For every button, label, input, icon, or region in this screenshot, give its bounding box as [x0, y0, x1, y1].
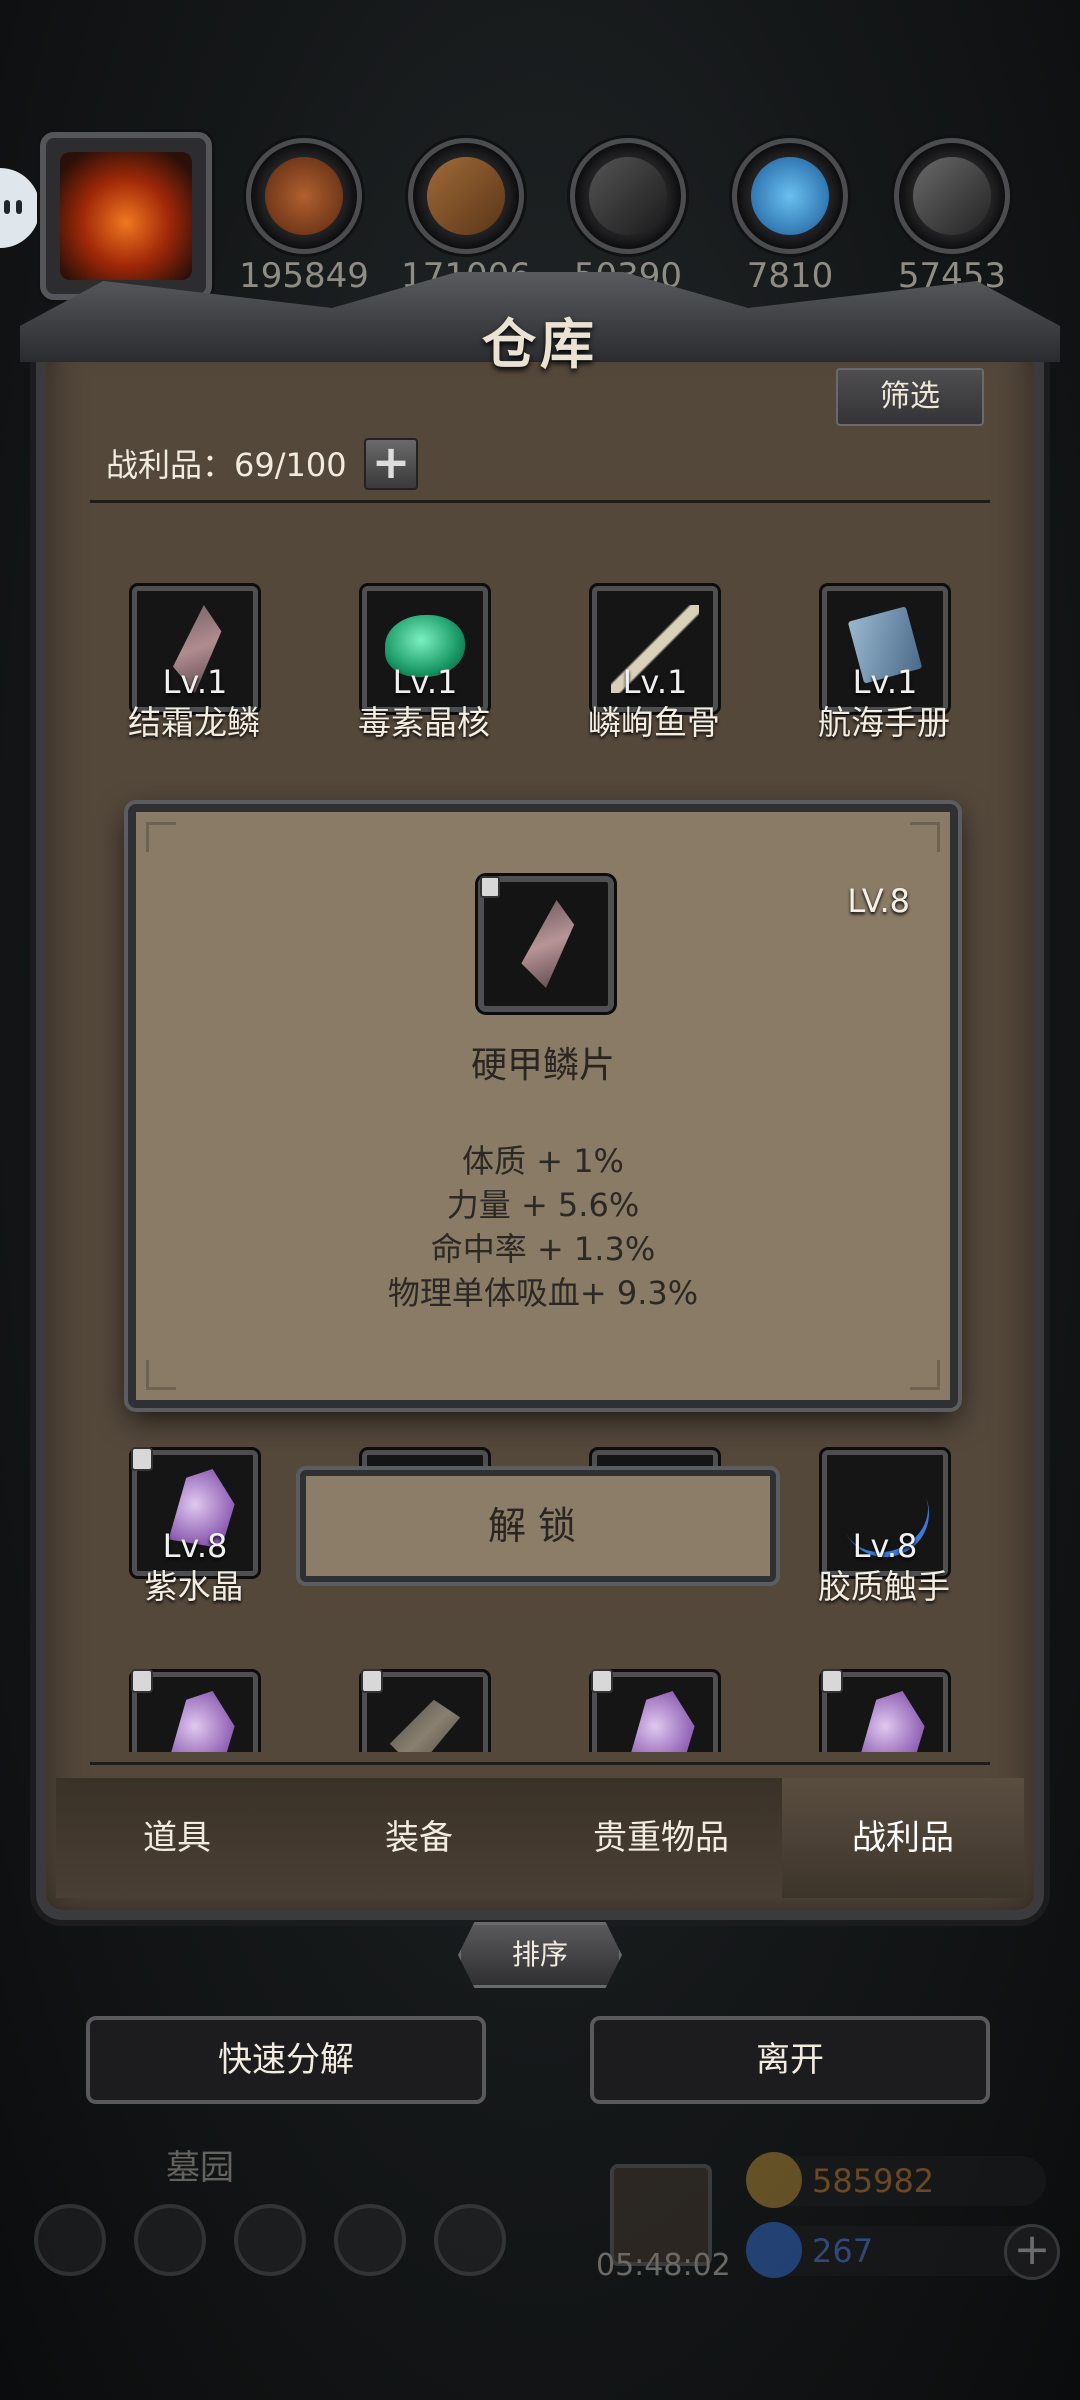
lock-icon [480, 876, 500, 898]
tab-loot[interactable]: 战利品 [782, 1778, 1024, 1898]
mail-icon[interactable] [334, 2204, 406, 2276]
gold-display: 585982 [746, 2152, 1046, 2208]
resource-crystal[interactable] [732, 138, 848, 254]
divider [90, 500, 990, 503]
lock-icon [131, 1669, 153, 1693]
lock-icon [821, 1669, 843, 1693]
settings-icon[interactable] [34, 2204, 106, 2276]
tab-valuables[interactable]: 贵重物品 [540, 1778, 782, 1898]
tooltip-corner [146, 1360, 176, 1390]
resource-wood[interactable] [246, 138, 362, 254]
item-tooltip: LV.8 硬甲鳞片 体质 + 1% 力量 + 5.6% 命中率 + 1.3% 物… [128, 804, 958, 1408]
gift-timer: 05:48:02 [596, 2248, 731, 2283]
gold-icon [746, 2152, 802, 2208]
divider [90, 1762, 990, 1765]
resource-ingot[interactable] [894, 138, 1010, 254]
stat-line: 力量 + 5.6% [446, 1186, 640, 1224]
resource-iron[interactable] [570, 138, 686, 254]
item-row-clipped [90, 1660, 990, 1752]
plank-icon [427, 157, 505, 235]
tooltip-corner [910, 1360, 940, 1390]
shop-icon[interactable] [434, 2204, 506, 2276]
item-slot[interactable]: Lv.1 [592, 586, 718, 712]
wood-icon [265, 157, 343, 235]
item-slot[interactable]: Lv.8 [822, 1450, 948, 1576]
expand-capacity-button[interactable]: + [364, 438, 418, 490]
stat-line: 物理单体吸血+ 9.3% [387, 1274, 699, 1312]
stat-line: 命中率 + 1.3% [430, 1230, 656, 1268]
amethyst-icon [858, 1691, 925, 1752]
item-slot[interactable]: Lv.8 [131, 1447, 258, 1576]
item-slot[interactable] [591, 1669, 718, 1752]
page-title: 仓库 [482, 313, 598, 376]
gem-amount: 267 [812, 2232, 874, 2270]
item-slot[interactable] [361, 1669, 488, 1752]
chat-dot [16, 200, 22, 214]
gem-icon [746, 2222, 802, 2278]
resource-plank[interactable] [408, 138, 524, 254]
filter-button[interactable]: 筛选 [836, 368, 984, 426]
item-slot[interactable]: Lv.1 [132, 586, 258, 712]
area-name: 墓园 [166, 2148, 234, 2188]
leave-button[interactable]: 离开 [590, 2016, 990, 2104]
add-currency-button[interactable]: + [1004, 2224, 1060, 2280]
stat-line: 体质 + 1% [462, 1142, 624, 1180]
hero-avatar [60, 152, 192, 280]
sort-button[interactable]: 排序 [458, 1922, 622, 1988]
item-slot[interactable] [821, 1669, 948, 1752]
tab-equipment[interactable]: 装备 [298, 1778, 540, 1898]
resource-count-wood: 195849 [239, 256, 369, 296]
hero-portrait[interactable] [40, 132, 212, 300]
iron-icon [589, 157, 667, 235]
tooltip-corner [910, 822, 940, 852]
armor-scale-icon [521, 900, 575, 988]
quick-decompose-button[interactable]: 快速分解 [86, 2016, 486, 2104]
item-slot[interactable]: Lv.1 [362, 586, 488, 712]
item-name: 紫水晶 [144, 1567, 244, 1606]
tooltip-item-name: 硬甲鳞片 [470, 1045, 615, 1086]
achievement-icon[interactable] [134, 2204, 206, 2276]
tooltip-corner [146, 822, 176, 852]
lock-icon [591, 1669, 613, 1693]
loot-capacity: 战利品：69/100 [106, 446, 347, 484]
item-name: 嶙峋鱼骨 [588, 703, 720, 742]
tab-items[interactable]: 道具 [56, 1778, 298, 1898]
lock-icon [131, 1447, 153, 1471]
gold-amount: 585982 [812, 2162, 935, 2200]
item-name: 毒素晶核 [358, 703, 490, 742]
guild-icon[interactable] [234, 2204, 306, 2276]
chat-dot [4, 200, 10, 214]
unlock-button[interactable]: 解锁 [300, 1470, 776, 1582]
item-name: 胶质触手 [818, 1567, 950, 1606]
crystal-icon [751, 157, 829, 235]
tooltip-item-slot [478, 876, 614, 1012]
ingot-icon [913, 157, 991, 235]
item-name: 航海手册 [818, 703, 950, 742]
lock-icon [361, 1669, 383, 1693]
item-slot[interactable] [131, 1669, 258, 1752]
amethyst-icon [628, 1691, 695, 1752]
item-slot[interactable]: Lv.1 [822, 586, 948, 712]
tooltip-level: LV.8 [847, 882, 910, 920]
resource-count-crystal: 7810 [746, 256, 834, 296]
item-name: 结霜龙鳞 [128, 703, 260, 742]
gem-display: 267 [746, 2222, 1046, 2278]
category-tabs: 道具 装备 贵重物品 战利品 [56, 1778, 1024, 1898]
amethyst-icon [168, 1691, 235, 1752]
claw-icon [389, 1699, 461, 1752]
